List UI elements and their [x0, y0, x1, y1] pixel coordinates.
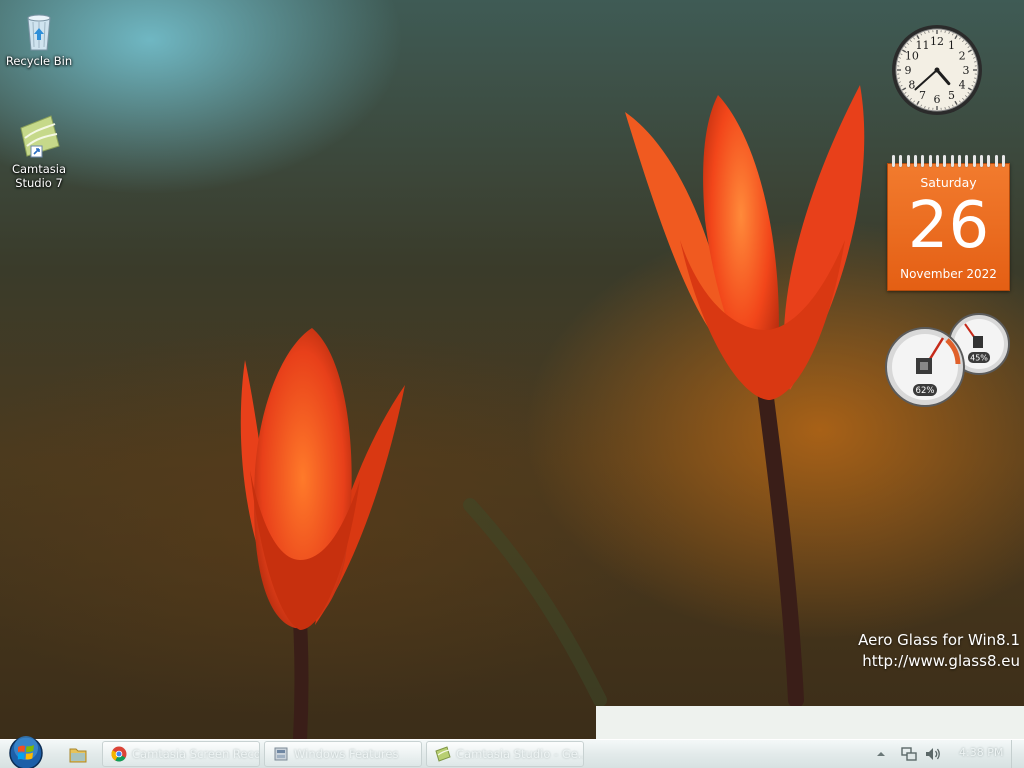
taskbar-button-windows-features[interactable]: Windows Features [264, 741, 422, 767]
calendar-page: Saturday 26 November 2022 [887, 163, 1010, 291]
camtasia-icon [435, 746, 451, 762]
calendar-weekday: Saturday [920, 175, 977, 190]
recycle-bin-desktop-icon[interactable]: Recycle Bin [1, 8, 77, 68]
start-button[interactable] [6, 734, 46, 768]
blank-overlay-panel [596, 706, 1024, 739]
clock-numeral: 8 [908, 79, 915, 92]
taskbar-button-label: Windows Features [294, 747, 399, 761]
cpu-meter-gadget[interactable]: 45% 62% [885, 312, 1011, 408]
watermark-line2: http://www.glass8.eu [862, 652, 1020, 670]
watermark-line1: Aero Glass for Win8.1 [858, 631, 1020, 649]
camtasia-studio-desktop-icon[interactable]: Camtasia Studio 7 [1, 114, 77, 190]
clock-numeral: 5 [948, 89, 955, 102]
tray-clock[interactable]: 4:38 PM [959, 746, 1003, 759]
windows-orb-icon [9, 736, 43, 768]
camtasia-icon [20, 115, 60, 158]
system-tray: 4:38 PM [864, 740, 1024, 768]
memory-percent: 45% [970, 354, 988, 363]
taskbar-button-camtasia-recorder[interactable]: Camtasia Screen Reco... [102, 741, 260, 767]
calendar-month-year: November 2022 [900, 267, 997, 281]
camtasia-label-line1: Camtasia [11, 162, 67, 176]
recycle-bin-label: Recycle Bin [5, 54, 73, 68]
show-desktop-button[interactable] [1011, 740, 1024, 768]
clock-numeral: 11 [916, 39, 930, 52]
volume-icon[interactable] [924, 745, 942, 763]
taskbar: Camtasia Screen Reco... Windows Features… [0, 736, 1024, 768]
clock-numeral: 9 [905, 64, 912, 77]
aero-glass-watermark: Aero Glass for Win8.1 http://www.glass8.… [858, 630, 1020, 672]
taskbar-button-camtasia-studio[interactable]: Camtasia Studio - Ge... [426, 741, 584, 767]
right-tulip [625, 85, 865, 400]
desktop[interactable]: Recycle Bin Camtasia Studio 7 12 1 2 3 4 5 6 7 8… [0, 0, 1024, 768]
network-icon[interactable] [900, 745, 918, 763]
camtasia-label-line2: Studio 7 [15, 176, 63, 190]
clock-numeral: 2 [959, 50, 966, 63]
windows-features-icon [274, 747, 288, 761]
taskbar-button-label: Camtasia Studio - Ge... [456, 747, 584, 761]
cpu-meter-dials: 45% 62% [885, 313, 1010, 407]
cpu-percent: 62% [916, 386, 935, 396]
clock-numeral: 6 [934, 93, 941, 106]
clock-numeral: 7 [919, 89, 926, 102]
folder-icon [69, 748, 87, 763]
chrome-icon [111, 746, 127, 762]
clock-gadget[interactable]: 12 1 2 3 4 5 6 7 8 9 10 11 [891, 12, 983, 130]
file-explorer-pin[interactable] [56, 741, 100, 767]
show-hidden-icons-chevron-icon[interactable] [876, 749, 886, 759]
clock-numeral: 12 [930, 35, 944, 48]
taskbar-button-label: Camtasia Screen Reco... [132, 747, 260, 761]
recycle-bin-icon [27, 14, 51, 51]
left-tulip [240, 328, 405, 630]
clock-face: 12 1234567891011 [892, 25, 982, 115]
calendar-gadget[interactable]: Saturday 26 November 2022 [886, 155, 1011, 292]
clock-numeral: 1 [948, 39, 955, 52]
calendar-rings [886, 155, 1011, 167]
calendar-day-number: 26 [907, 189, 990, 263]
clock-numeral: 4 [959, 79, 966, 92]
clock-numeral: 3 [963, 64, 970, 77]
